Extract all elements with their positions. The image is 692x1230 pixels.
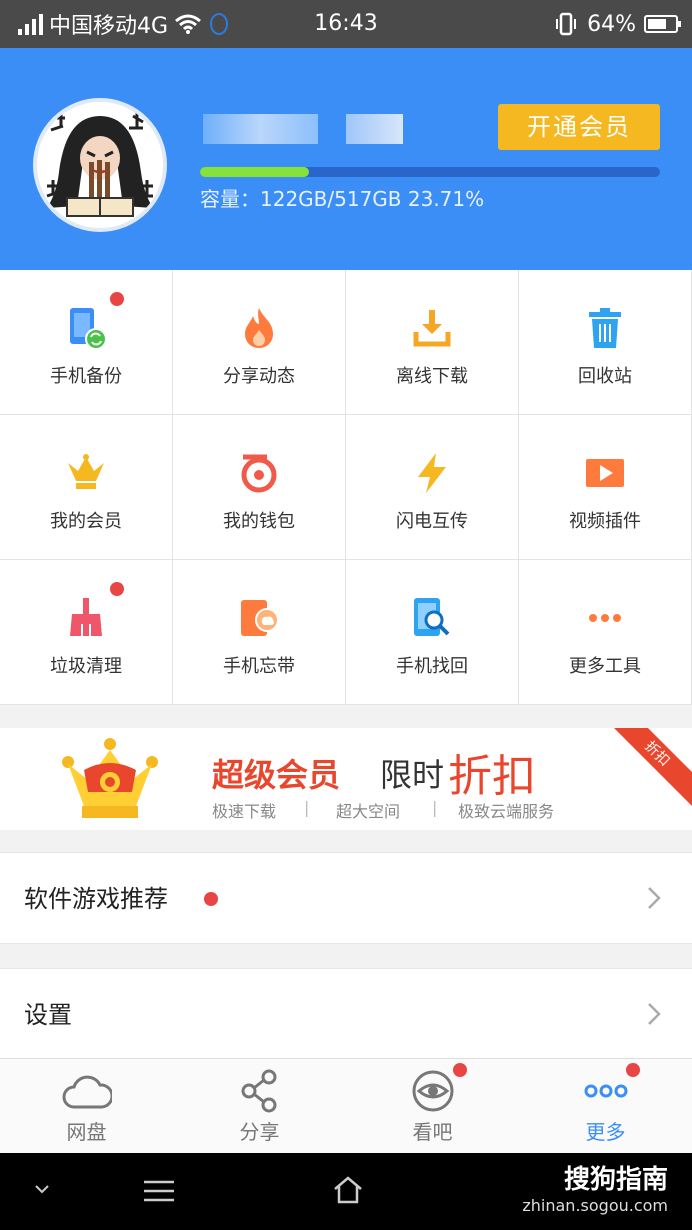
crown-icon <box>64 451 108 495</box>
promo-separator-2: | <box>432 798 438 817</box>
wallet-icon <box>237 451 281 495</box>
username-blurred <box>203 114 318 144</box>
vip-level-blurred <box>346 114 403 144</box>
tab-more-dots[interactable]: 更多 <box>519 1059 692 1154</box>
tab-label: 分享 <box>239 1120 280 1144</box>
tool-crown[interactable]: 我的会员 <box>0 415 173 560</box>
phone-search-icon <box>410 596 454 640</box>
tool-label: 回收站 <box>578 366 632 387</box>
chevron-right-icon <box>648 1003 661 1025</box>
tool-label: 我的钱包 <box>223 511 295 532</box>
tab-label: 更多 <box>585 1120 626 1144</box>
trash-icon <box>583 306 627 350</box>
notification-badge <box>453 1063 467 1077</box>
super-vip-banner[interactable]: 超级会员 限时 折扣 极速下载 | 超大空间 | 极致云端服务 折扣 <box>0 728 692 830</box>
tab-share[interactable]: 分享 <box>173 1059 346 1154</box>
tool-label: 手机找回 <box>396 656 468 677</box>
broom-icon <box>64 596 108 640</box>
menu-icon[interactable] <box>144 1179 174 1203</box>
account-header: 开通会员 容量：122GB/517GB 23.71% <box>0 48 692 270</box>
crown-banner-icon <box>62 738 158 818</box>
phone-cloud-icon <box>237 596 281 640</box>
chevron-down-icon[interactable] <box>34 1183 50 1195</box>
system-nav-bar: 搜狗指南 zhinan.sogou.com <box>0 1153 692 1230</box>
storage-capacity-text: 容量：122GB/517GB 23.71% <box>200 187 485 211</box>
promo-feature-3: 极致云端服务 <box>458 802 555 821</box>
bottom-tab-bar: 网盘 分享 看吧 更多 <box>0 1058 692 1153</box>
chevron-right-icon <box>648 887 661 909</box>
tool-label: 手机备份 <box>50 366 122 387</box>
status-bar: 中国移动4G 16:43 64% <box>0 0 692 48</box>
tool-label: 闪电互传 <box>396 511 468 532</box>
vibrate-icon <box>556 12 577 36</box>
notification-badge <box>110 582 124 596</box>
battery-icon <box>644 15 681 33</box>
tool-phone-backup[interactable]: 手机备份 <box>0 270 173 415</box>
tool-label: 我的会员 <box>50 511 122 532</box>
tool-more-dots[interactable]: 更多工具 <box>519 560 692 705</box>
watermark-brand: 搜狗指南 <box>563 1165 668 1195</box>
lightning-icon <box>410 451 454 495</box>
tool-video-play[interactable]: 视频插件 <box>519 415 692 560</box>
phone-backup-icon <box>64 306 108 350</box>
tab-cloud[interactable]: 网盘 <box>0 1059 173 1154</box>
promo-feature-1: 极速下载 <box>212 802 277 821</box>
tool-label: 更多工具 <box>569 656 641 677</box>
download-tray-icon <box>410 306 454 350</box>
more-dots-icon <box>583 596 627 640</box>
tool-trash[interactable]: 回收站 <box>519 270 692 415</box>
storage-progress-fill <box>200 167 310 177</box>
storage-progress <box>200 167 660 177</box>
share-icon <box>235 1069 285 1113</box>
flame-icon <box>237 306 281 350</box>
cloud-icon <box>62 1069 112 1113</box>
tools-grid: 手机备份 分享动态 离线下载 回收站我的会员 我的钱包 闪电互传 视频插件垃圾清理 手机忘带 手… <box>0 270 692 705</box>
discount-ribbon: 折扣 <box>602 728 692 809</box>
video-play-icon <box>583 451 627 495</box>
tool-phone-cloud[interactable]: 手机忘带 <box>173 560 346 705</box>
recommend-label: 软件游戏推荐 <box>24 885 168 913</box>
tab-eye[interactable]: 看吧 <box>346 1059 519 1154</box>
settings-label: 设置 <box>24 1001 72 1029</box>
notification-badge <box>110 292 124 306</box>
tool-label: 离线下载 <box>396 366 468 387</box>
avatar[interactable] <box>33 98 167 232</box>
tool-label: 手机忘带 <box>223 656 295 677</box>
tool-flame[interactable]: 分享动态 <box>173 270 346 415</box>
promo-feature-2: 超大空间 <box>336 802 401 821</box>
eye-icon <box>408 1069 458 1113</box>
tool-label: 分享动态 <box>223 366 295 387</box>
promo-limited: 限时 <box>380 756 445 794</box>
battery-percent: 64% <box>587 11 636 37</box>
app-screen: 中国移动4G 16:43 64% 开通会员 容量：122GB/517GB 23.… <box>0 0 692 1230</box>
tab-label: 网盘 <box>66 1120 107 1144</box>
notification-badge <box>626 1063 640 1077</box>
promo-separator-1: | <box>304 798 310 817</box>
open-vip-button[interactable]: 开通会员 <box>498 104 660 150</box>
watermark-url: zhinan.sogou.com <box>522 1196 668 1215</box>
tool-broom[interactable]: 垃圾清理 <box>0 560 173 705</box>
tool-lightning[interactable]: 闪电互传 <box>346 415 519 560</box>
home-icon[interactable] <box>332 1175 364 1205</box>
more-dots-icon <box>581 1069 631 1113</box>
tab-label: 看吧 <box>412 1120 453 1144</box>
tool-label: 视频插件 <box>569 511 641 532</box>
status-right: 64% <box>553 0 681 48</box>
promo-title: 超级会员 <box>212 756 341 794</box>
promo-discount: 折扣 <box>448 751 536 802</box>
recommend-row[interactable]: 软件游戏推荐 <box>0 852 692 944</box>
settings-row[interactable]: 设置 <box>0 968 692 1060</box>
tool-phone-search[interactable]: 手机找回 <box>346 560 519 705</box>
tool-wallet[interactable]: 我的钱包 <box>173 415 346 560</box>
tool-label: 垃圾清理 <box>50 656 122 677</box>
sogou-watermark: 搜狗指南 zhinan.sogou.com <box>522 1159 668 1215</box>
tool-download-tray[interactable]: 离线下载 <box>346 270 519 415</box>
recommend-badge <box>204 892 218 906</box>
